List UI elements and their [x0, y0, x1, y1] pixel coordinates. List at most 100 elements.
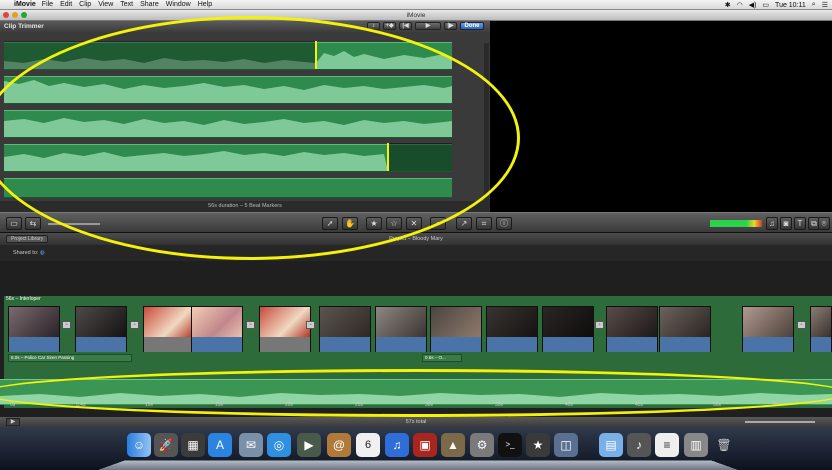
- preview-icon[interactable]: ◫: [554, 433, 578, 457]
- skip-back-icon[interactable]: |◀: [399, 22, 412, 30]
- bluetooth-icon[interactable]: ✱: [725, 1, 731, 9]
- transition-icon[interactable]: ▫: [306, 321, 315, 329]
- finder-icon[interactable]: ☺: [127, 433, 151, 457]
- photo-icon[interactable]: ◙: [780, 217, 792, 230]
- mail-icon[interactable]: ✉: [239, 433, 263, 457]
- document-icon[interactable]: ≡: [655, 433, 679, 457]
- transition-icon[interactable]: ▫: [130, 321, 139, 329]
- sound-effect-clip[interactable]: 6.0s – Police Car Siren Passing: [8, 354, 132, 362]
- clip-thumbnail[interactable]: [659, 306, 711, 352]
- applications-folder-icon[interactable]: ▤: [599, 433, 623, 457]
- itunes-icon[interactable]: ♫: [385, 433, 409, 457]
- skip-forward-icon[interactable]: |▶: [444, 22, 457, 30]
- highlight-circle-music: [0, 369, 832, 417]
- system-preferences-icon[interactable]: ⚙: [470, 433, 494, 457]
- clip-thumbnail[interactable]: [75, 306, 127, 352]
- menu-text[interactable]: Text: [120, 1, 133, 8]
- app-store-icon[interactable]: A: [208, 433, 232, 457]
- map-icon[interactable]: ⌾: [818, 217, 830, 230]
- battery-icon[interactable]: ▭: [762, 1, 769, 9]
- highlight-circle-trimmer: [0, 16, 520, 260]
- clock[interactable]: Tue 10:11: [775, 2, 806, 9]
- clip-thumbnail[interactable]: [430, 306, 482, 352]
- menu-extras: ✱ ◠ ◀) ▭ Tue 10:11 ⌕ ☰: [725, 0, 828, 10]
- play-icon[interactable]: ▶: [415, 22, 441, 30]
- menu-view[interactable]: View: [98, 1, 113, 8]
- playhead-icon[interactable]: +◆: [383, 22, 396, 30]
- band-label: 56s – Interloper: [6, 296, 41, 302]
- dashboard-icon[interactable]: ▦: [181, 433, 205, 457]
- music-icon[interactable]: ♫: [766, 217, 778, 230]
- globe-icon: ◍: [39, 250, 45, 256]
- swap-events-icon[interactable]: ⇆: [25, 217, 41, 230]
- shared-to-label: Shared to:: [13, 250, 39, 256]
- crop-icon[interactable]: ⌗: [476, 217, 492, 230]
- status-bar: ▶ 57s total: [0, 417, 832, 427]
- done-button[interactable]: Done: [460, 22, 484, 30]
- clip-thumbnail[interactable]: [319, 306, 371, 352]
- sound-effect-clip[interactable]: 0.6s – O...: [422, 354, 462, 362]
- clip-thumbnail[interactable]: [375, 306, 427, 352]
- volume-icon[interactable]: ◀): [749, 1, 757, 9]
- window-title-bar: iMovie: [0, 10, 832, 21]
- clip-thumbnail[interactable]: [742, 306, 794, 352]
- close-window-icon[interactable]: [3, 12, 9, 18]
- menu-bar: iMovie File Edit Clip View Text Share Wi…: [0, 0, 832, 10]
- address-book-icon[interactable]: @: [327, 433, 351, 457]
- notification-icon[interactable]: ☰: [822, 1, 828, 9]
- zoom-window-icon[interactable]: [21, 12, 27, 18]
- menu-clip[interactable]: Clip: [79, 1, 91, 8]
- sound-effect-label: 0.6s – O...: [425, 355, 446, 360]
- transition-icon[interactable]: ▫: [797, 321, 806, 329]
- video-viewer[interactable]: [490, 21, 832, 212]
- trimmer-tools: ♪ +◆ |◀ ▶ |▶ Done: [367, 22, 484, 30]
- info-icon[interactable]: ⓘ: [496, 217, 512, 230]
- total-duration: 57s total: [405, 419, 427, 425]
- camera-import-icon[interactable]: ▭: [6, 217, 22, 230]
- imovie-screen: iMovie File Edit Clip View Text Share Wi…: [0, 0, 832, 470]
- menu-share[interactable]: Share: [140, 1, 159, 8]
- spotlight-icon[interactable]: ⌕: [812, 1, 816, 9]
- menu-edit[interactable]: Edit: [60, 1, 72, 8]
- clip-thumbnail[interactable]: [606, 306, 658, 352]
- transition-icon[interactable]: ▫: [595, 321, 604, 329]
- calendar-icon[interactable]: 6: [356, 433, 380, 457]
- ruler-tick: 0s: [10, 402, 16, 408]
- clip-thumbnail[interactable]: [191, 306, 243, 352]
- music-folder-icon[interactable]: ♪: [627, 433, 651, 457]
- dock-shelf: [98, 460, 738, 470]
- iphoto-icon[interactable]: ▲: [441, 433, 465, 457]
- transition-icon[interactable]: ▫: [246, 321, 255, 329]
- terminal-icon[interactable]: >_: [498, 433, 522, 457]
- wifi-icon[interactable]: ◠: [737, 1, 743, 9]
- photobooth-icon[interactable]: ▣: [413, 433, 437, 457]
- clip-thumbnail[interactable]: [486, 306, 538, 352]
- audio-level-meter: [710, 220, 762, 227]
- shared-to-row: Shared to: ◍: [0, 245, 832, 261]
- title-icon[interactable]: T: [794, 217, 806, 230]
- menu-help[interactable]: Help: [198, 1, 212, 8]
- transition-icon[interactable]: ▫: [62, 321, 71, 329]
- facetime-icon[interactable]: ▶: [297, 433, 321, 457]
- add-project-icon[interactable]: ▶: [6, 418, 20, 426]
- trash-icon[interactable]: 🗑: [712, 433, 736, 457]
- clip-thumbnail[interactable]: [542, 306, 594, 352]
- clip-thumbnail[interactable]: [810, 306, 832, 352]
- sound-effect-label: 6.0s – Police Car Siren Passing: [11, 355, 75, 360]
- launchpad-icon[interactable]: 🚀: [154, 433, 178, 457]
- minimize-window-icon[interactable]: [12, 12, 18, 18]
- safari-icon[interactable]: ◎: [267, 433, 291, 457]
- clip-thumbnail[interactable]: [8, 306, 60, 352]
- menu-app-name[interactable]: iMovie: [14, 1, 36, 8]
- clip-thumbnail[interactable]: [143, 306, 195, 352]
- downloads-stack-icon[interactable]: ▥: [684, 433, 708, 457]
- window-controls: [3, 12, 27, 18]
- zoom-slider[interactable]: [745, 421, 815, 423]
- clip-trimmer-title: Clip Trimmer: [4, 23, 44, 30]
- dropper-icon[interactable]: ↗: [456, 217, 472, 230]
- window-title: iMovie: [406, 12, 426, 19]
- menu-file[interactable]: File: [42, 1, 53, 8]
- imovie-icon[interactable]: ★: [526, 433, 550, 457]
- clip-thumbnail[interactable]: [259, 306, 311, 352]
- menu-window[interactable]: Window: [166, 1, 191, 8]
